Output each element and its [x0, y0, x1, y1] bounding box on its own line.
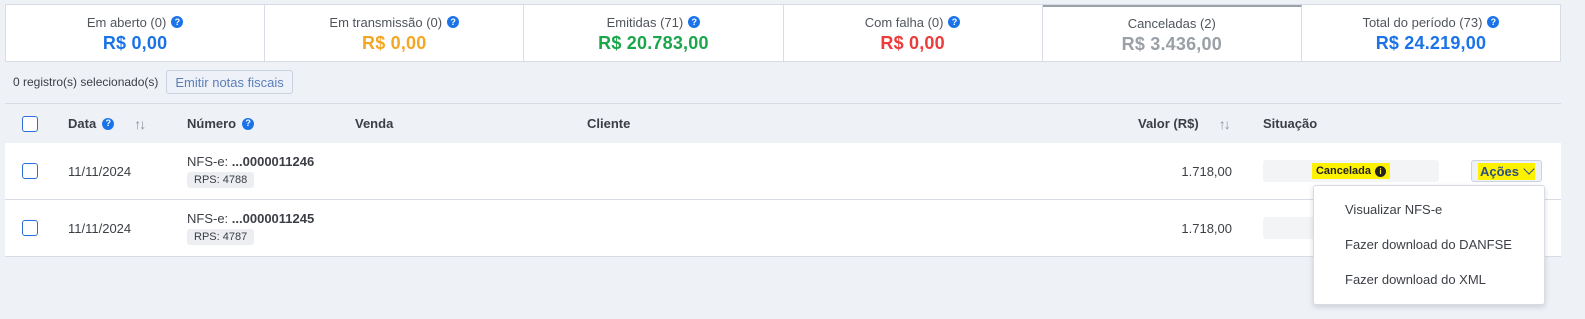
actions-dropdown-menu: Visualizar NFS-e Fazer download do DANFS…	[1313, 185, 1545, 305]
summary-card-issued[interactable]: Emitidas (71)? R$ 20.783,00	[524, 5, 784, 61]
summary-card-open[interactable]: Em aberto (0)? R$ 0,00	[6, 5, 266, 61]
menu-item-view-nfse[interactable]: Visualizar NFS-e	[1314, 192, 1544, 227]
nfse-number: ...0000011245	[231, 211, 315, 226]
row-value: 1.718,00	[1181, 220, 1232, 236]
header-label: Data	[68, 116, 97, 131]
row-checkbox[interactable]	[22, 220, 38, 236]
row-checkbox[interactable]	[22, 163, 38, 179]
info-icon[interactable]: i	[1375, 165, 1387, 177]
help-icon[interactable]: ?	[1487, 16, 1500, 28]
actions-label: Ações	[1480, 163, 1520, 179]
header-label: Situação	[1263, 116, 1318, 131]
header-label: Valor (R$)	[1138, 116, 1199, 131]
summary-card-cancelled[interactable]: Canceladas (2) R$ 3.436,00	[1042, 5, 1302, 61]
card-label: Em transmissão (0)	[329, 14, 443, 30]
help-icon[interactable]: ?	[688, 16, 701, 28]
sort-arrows-icon[interactable]: ↑↓	[134, 116, 146, 132]
chevron-down-icon	[1523, 163, 1535, 175]
card-value: R$ 0,00	[362, 32, 427, 53]
header-label: Venda	[355, 116, 394, 131]
card-label: Com falha (0)	[864, 14, 944, 30]
sort-arrows-icon[interactable]: ↑↓	[1219, 116, 1231, 132]
emit-invoices-button[interactable]: Emitir notas fiscais	[166, 70, 293, 94]
row-date: 11/11/2024	[68, 220, 132, 236]
selected-count: 0 registro(s) selecionado(s)	[13, 75, 159, 89]
card-value: R$ 0,00	[102, 32, 168, 53]
help-icon[interactable]: ?	[102, 117, 115, 130]
card-value: R$ 24.219,00	[1375, 32, 1487, 53]
row-value: 1.718,00	[1181, 163, 1232, 179]
header-label: Cliente	[587, 116, 631, 131]
card-value: R$ 20.783,00	[598, 32, 709, 53]
header-label: Número	[187, 116, 237, 131]
help-icon[interactable]: ?	[171, 16, 184, 28]
help-icon[interactable]: ?	[948, 16, 961, 28]
nfse-prefix: NFS-e:	[187, 154, 232, 169]
header-cliente: Cliente	[587, 104, 630, 143]
card-label: Total do período (73)	[1362, 14, 1483, 30]
card-value: R$ 0,00	[880, 32, 945, 53]
card-label: Canceladas (2)	[1127, 15, 1216, 31]
row-number: NFS-e: ...0000011246 RPS: 4788	[187, 143, 314, 199]
help-icon[interactable]: ?	[447, 16, 460, 28]
card-label: Emitidas (71)	[606, 14, 684, 30]
header-numero: Número ?	[187, 104, 255, 143]
card-label: Em aberto (0)	[86, 14, 167, 30]
summary-card-failed[interactable]: Com falha (0)? R$ 0,00	[784, 5, 1043, 61]
rps-tag: RPS: 4787	[187, 229, 255, 245]
selection-toolbar: 0 registro(s) selecionado(s) Emitir nota…	[5, 68, 293, 96]
nfse-prefix: NFS-e:	[187, 211, 232, 226]
header-valor[interactable]: Valor (R$) ↑↓	[1138, 104, 1231, 143]
summary-card-total[interactable]: Total do período (73)? R$ 24.219,00	[1302, 5, 1560, 61]
select-all-checkbox[interactable]	[22, 115, 38, 132]
header-data[interactable]: Data ? ↑↓	[68, 104, 146, 143]
status-cell: Cancelada i	[1263, 160, 1439, 182]
header-venda: Venda	[355, 104, 393, 143]
table-header: Data ? ↑↓ Número ? Venda Cliente Valor (…	[5, 103, 1561, 143]
row-date: 11/11/2024	[68, 163, 132, 179]
status-label: Cancelada	[1315, 165, 1372, 177]
menu-item-download-danfse[interactable]: Fazer download do DANFSE	[1314, 227, 1544, 262]
rps-tag: RPS: 4788	[187, 172, 255, 188]
help-icon[interactable]: ?	[242, 117, 255, 130]
summary-card-transmitting[interactable]: Em transmissão (0)? R$ 0,00	[265, 5, 525, 61]
summary-bar: Em aberto (0)? R$ 0,00 Em transmissão (0…	[5, 4, 1561, 62]
nfse-number: ...0000011246	[231, 154, 315, 169]
menu-item-download-xml[interactable]: Fazer download do XML	[1314, 262, 1544, 297]
status-badge: Cancelada i	[1311, 163, 1391, 179]
header-situacao: Situação	[1263, 104, 1317, 143]
actions-button[interactable]: Ações	[1471, 160, 1543, 182]
row-number: NFS-e: ...0000011245 RPS: 4787	[187, 200, 314, 256]
card-value: R$ 3.436,00	[1121, 33, 1222, 54]
